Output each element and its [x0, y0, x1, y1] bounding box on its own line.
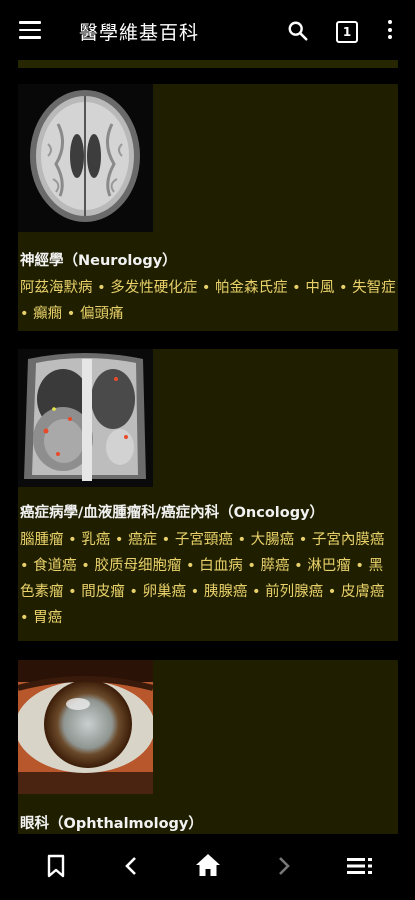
search-icon[interactable] [287, 20, 309, 42]
app-title: 醫學維基百科 [79, 22, 200, 44]
category-card-oncology[interactable]: 癌症病學/血液腫瘤科/癌症內科（Oncology） 腦腫瘤 • 乳癌 • 癌症 … [18, 349, 398, 641]
tab-count: 1 [342, 25, 352, 39]
bottom-nav-bar [0, 834, 415, 900]
article-link[interactable]: 卵巢癌 [143, 584, 187, 600]
article-link[interactable]: 乳癌 [81, 532, 110, 548]
chevron-right-icon[interactable] [277, 856, 291, 876]
article-link[interactable]: 多发性硬化症 [110, 280, 197, 296]
article-link[interactable]: 癌症 [128, 532, 157, 548]
article-links: 腦腫瘤 • 乳癌 • 癌症 • 子宮頸癌 • 大腸癌 • 子宮內膜癌 • 食道癌… [20, 532, 385, 626]
ct-scan-image [18, 349, 153, 487]
article-link[interactable]: 腦腫瘤 [20, 532, 64, 548]
category-title: 眼科（Ophthalmology） [20, 816, 203, 832]
app-bar: 醫學維基百科 1 [0, 0, 415, 62]
article-link[interactable]: 白血病 [199, 558, 243, 574]
category-title: 癌症病學/血液腫瘤科/癌症內科（Oncology） [20, 505, 325, 521]
menu-icon[interactable] [19, 21, 41, 39]
previous-card-edge [18, 60, 398, 68]
article-link[interactable]: 子宮內膜癌 [312, 532, 385, 548]
category-title: 神經學（Neurology） [20, 253, 177, 269]
list-icon[interactable] [347, 858, 373, 874]
article-link[interactable]: 胶质母细胞瘤 [94, 558, 181, 574]
tabs-icon[interactable]: 1 [336, 21, 358, 43]
article-link[interactable]: 阿茲海默病 [20, 280, 93, 296]
article-link[interactable]: 前列腺癌 [265, 584, 323, 600]
category-card-ophthalmology[interactable]: 眼科（Ophthalmology） [18, 660, 398, 834]
chevron-left-icon[interactable] [124, 856, 138, 876]
article-link[interactable]: 偏頭痛 [80, 306, 124, 322]
home-icon[interactable] [195, 853, 221, 877]
eye-cataract-image [18, 660, 153, 794]
article-link[interactable]: 食道癌 [33, 558, 77, 574]
article-link[interactable]: 胰腺癌 [204, 584, 248, 600]
article-link[interactable]: 帕金森氏症 [215, 280, 288, 296]
article-links: 阿茲海默病 • 多发性硬化症 • 帕金森氏症 • 中風 • 失智症 • 癲癇 •… [20, 280, 396, 322]
article-link[interactable]: 失智症 [352, 280, 396, 296]
category-card-neurology[interactable]: 神經學（Neurology） 阿茲海默病 • 多发性硬化症 • 帕金森氏症 • … [18, 84, 398, 331]
article-link[interactable]: 大腸癌 [251, 532, 295, 548]
article-link[interactable]: 皮膚癌 [341, 584, 385, 600]
article-link[interactable]: 淋巴瘤 [307, 558, 351, 574]
article-link[interactable]: 胃癌 [33, 610, 62, 626]
article-link[interactable]: 癲癇 [33, 306, 62, 322]
brain-mri-image [18, 84, 153, 232]
article-link[interactable]: 子宮頸癌 [175, 532, 233, 548]
more-vert-icon[interactable] [387, 20, 393, 42]
article-link[interactable]: 膵癌 [261, 558, 290, 574]
article-link[interactable]: 間皮瘤 [81, 584, 125, 600]
bookmark-icon[interactable] [46, 854, 66, 878]
article-link[interactable]: 中風 [305, 280, 334, 296]
